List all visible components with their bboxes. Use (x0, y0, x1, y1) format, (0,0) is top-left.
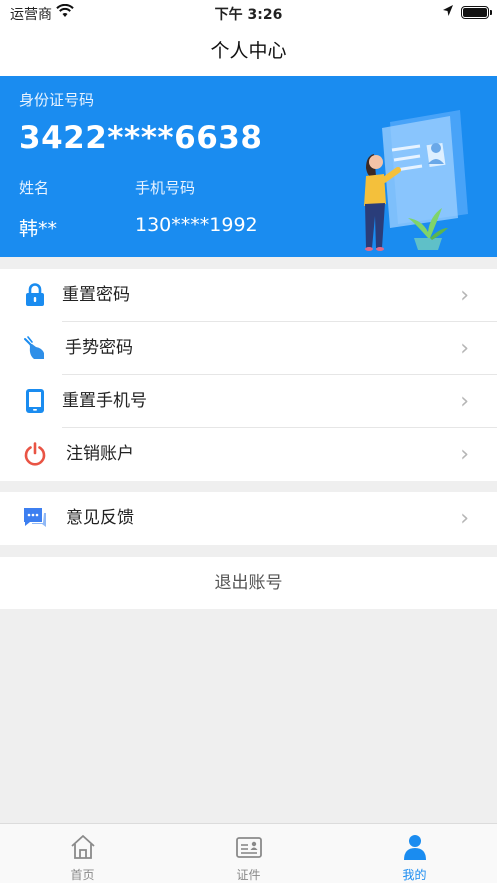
status-bar: 运营商 下午 3:26 (0, 0, 497, 26)
menu-item-reset-password[interactable]: 重置密码 › (0, 269, 497, 322)
phone-icon (26, 389, 44, 413)
logout-button[interactable]: 退出账号 (0, 557, 497, 609)
menu-item-label: 手势密码 (65, 338, 133, 358)
profile-card: 身份证号码 3422****6638 姓名 手机号码 韩** 130****19… (0, 76, 497, 257)
menu-item-label: 重置手机号 (62, 391, 147, 411)
tab-label: 证件 (236, 868, 261, 882)
tab-mine[interactable]: 我的 (332, 824, 497, 883)
battery-icon (461, 6, 492, 19)
menu-item-feedback[interactable]: 意见反馈 › (0, 492, 497, 545)
settings-menu: 重置密码 › 手势密码 › 重置手机号 › 注销账户 › (0, 269, 497, 481)
tab-home[interactable]: 首页 (0, 824, 165, 883)
home-icon (71, 835, 95, 859)
phone-value: 130****1992 (135, 214, 258, 236)
id-number-value: 3422****6638 (19, 120, 263, 156)
chevron-right-icon: › (460, 442, 469, 467)
clock: 下午 3:26 (214, 7, 283, 23)
tab-label: 首页 (70, 868, 95, 882)
chevron-right-icon: › (460, 283, 469, 308)
id-card-icon (236, 837, 262, 858)
id-number-label: 身份证号码 (19, 91, 95, 109)
menu-item-gesture-password[interactable]: 手势密码 › (0, 322, 497, 375)
chevron-right-icon: › (460, 389, 469, 414)
woman-with-id-card-illustration (364, 110, 468, 251)
menu-item-label: 重置密码 (62, 285, 130, 305)
name-value: 韩** (19, 218, 58, 240)
menu-item-label: 意见反馈 (66, 508, 134, 528)
tab-label: 我的 (402, 868, 427, 882)
chat-bubble-icon (24, 508, 46, 527)
menu-item-cancel-account[interactable]: 注销账户 › (0, 428, 497, 481)
lock-icon (26, 283, 44, 306)
power-icon (24, 442, 46, 466)
user-icon (404, 835, 426, 860)
chevron-right-icon: › (460, 336, 469, 361)
menu-item-reset-phone[interactable]: 重置手机号 › (0, 375, 497, 428)
page-title: 个人中心 (210, 40, 287, 62)
gesture-hand-icon (24, 336, 44, 359)
tab-bar: 首页 证件 我的 (0, 823, 497, 883)
name-label: 姓名 (19, 179, 50, 197)
location-arrow-icon (443, 5, 453, 16)
menu-item-label: 注销账户 (66, 444, 134, 464)
feedback-menu: 意见反馈 › (0, 492, 497, 545)
tab-documents[interactable]: 证件 (166, 824, 331, 883)
nav-bar: 个人中心 (0, 26, 497, 76)
phone-label: 手机号码 (135, 179, 196, 197)
chevron-right-icon: › (460, 506, 469, 531)
